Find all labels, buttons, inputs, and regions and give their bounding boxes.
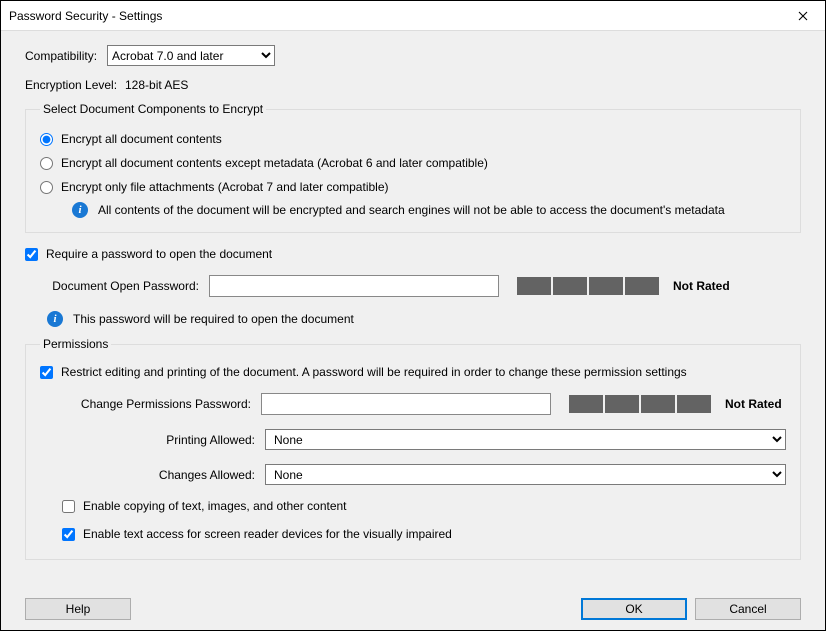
encrypt-info-row: i All contents of the document will be e… bbox=[72, 200, 786, 218]
strength-box bbox=[553, 277, 587, 295]
info-icon: i bbox=[72, 202, 88, 218]
strength-box bbox=[589, 277, 623, 295]
open-password-strength-meter bbox=[517, 277, 659, 295]
open-password-rating: Not Rated bbox=[673, 279, 730, 293]
encryption-level-value: 128-bit AES bbox=[125, 78, 188, 92]
ok-button[interactable]: OK bbox=[581, 598, 687, 620]
encrypt-option-except-metadata[interactable]: Encrypt all document contents except met… bbox=[40, 156, 786, 170]
encrypt-components-legend: Select Document Components to Encrypt bbox=[40, 102, 266, 116]
encrypt-option-all[interactable]: Encrypt all document contents bbox=[40, 132, 786, 146]
encrypt-option-all-label: Encrypt all document contents bbox=[61, 132, 222, 146]
strength-box bbox=[641, 395, 675, 413]
changes-allowed-select[interactable]: None bbox=[265, 464, 786, 485]
dialog-button-bar: Help OK Cancel bbox=[25, 586, 801, 620]
permissions-password-rating: Not Rated bbox=[725, 397, 782, 411]
strength-box bbox=[569, 395, 603, 413]
open-password-info-row: i This password will be required to open… bbox=[47, 311, 801, 327]
strength-box bbox=[677, 395, 711, 413]
encrypt-option-except-metadata-radio[interactable] bbox=[40, 157, 53, 170]
changes-allowed-label: Changes Allowed: bbox=[40, 468, 255, 482]
document-open-password-input[interactable] bbox=[209, 275, 499, 297]
close-button[interactable] bbox=[780, 1, 825, 31]
info-icon: i bbox=[47, 311, 63, 327]
printing-allowed-label: Printing Allowed: bbox=[40, 433, 255, 447]
strength-box bbox=[605, 395, 639, 413]
require-open-password-checkbox[interactable] bbox=[25, 248, 38, 261]
restrict-editing-label: Restrict editing and printing of the doc… bbox=[61, 365, 687, 379]
encrypt-option-attachments[interactable]: Encrypt only file attachments (Acrobat 7… bbox=[40, 180, 786, 194]
titlebar: Password Security - Settings bbox=[1, 1, 825, 31]
printing-allowed-row: Printing Allowed: None bbox=[40, 429, 786, 450]
permissions-password-row: Change Permissions Password: Not Rated bbox=[66, 393, 786, 415]
compatibility-label: Compatibility: bbox=[25, 49, 97, 63]
enable-copying-checkbox[interactable] bbox=[62, 500, 75, 513]
compatibility-row: Compatibility: Acrobat 7.0 and later bbox=[25, 45, 801, 66]
encrypt-option-all-radio[interactable] bbox=[40, 133, 53, 146]
open-password-info-text: This password will be required to open t… bbox=[73, 312, 354, 326]
require-open-password-label: Require a password to open the document bbox=[46, 247, 272, 261]
enable-copying-label: Enable copying of text, images, and othe… bbox=[83, 499, 347, 513]
encrypt-components-group: Select Document Components to Encrypt En… bbox=[25, 102, 801, 233]
strength-box bbox=[517, 277, 551, 295]
changes-allowed-row: Changes Allowed: None bbox=[40, 464, 786, 485]
encrypt-option-except-metadata-label: Encrypt all document contents except met… bbox=[61, 156, 488, 170]
enable-copying-row[interactable]: Enable copying of text, images, and othe… bbox=[62, 499, 786, 513]
restrict-editing-row[interactable]: Restrict editing and printing of the doc… bbox=[40, 365, 786, 379]
help-button[interactable]: Help bbox=[25, 598, 131, 620]
window-title: Password Security - Settings bbox=[9, 9, 162, 23]
document-open-password-label: Document Open Password: bbox=[47, 279, 199, 293]
encryption-level-label: Encryption Level: bbox=[25, 78, 125, 92]
encrypt-option-attachments-radio[interactable] bbox=[40, 181, 53, 194]
permissions-password-label: Change Permissions Password: bbox=[66, 397, 251, 411]
encryption-level-row: Encryption Level: 128-bit AES bbox=[25, 78, 801, 92]
document-open-password-row: Document Open Password: Not Rated bbox=[47, 275, 801, 297]
dialog-content: Compatibility: Acrobat 7.0 and later Enc… bbox=[1, 31, 825, 630]
permissions-password-input[interactable] bbox=[261, 393, 551, 415]
permissions-group: Permissions Restrict editing and printin… bbox=[25, 337, 801, 560]
encrypt-info-text: All contents of the document will be enc… bbox=[98, 203, 725, 217]
require-open-password-row[interactable]: Require a password to open the document bbox=[25, 247, 801, 261]
enable-screen-reader-label: Enable text access for screen reader dev… bbox=[83, 527, 452, 541]
permissions-legend: Permissions bbox=[40, 337, 111, 351]
compatibility-select[interactable]: Acrobat 7.0 and later bbox=[107, 45, 275, 66]
encrypt-option-attachments-label: Encrypt only file attachments (Acrobat 7… bbox=[61, 180, 389, 194]
permissions-password-strength-meter bbox=[569, 395, 711, 413]
enable-screen-reader-checkbox[interactable] bbox=[62, 528, 75, 541]
close-icon bbox=[798, 11, 808, 21]
restrict-editing-checkbox[interactable] bbox=[40, 366, 53, 379]
enable-screen-reader-row[interactable]: Enable text access for screen reader dev… bbox=[62, 527, 786, 541]
cancel-button[interactable]: Cancel bbox=[695, 598, 801, 620]
printing-allowed-select[interactable]: None bbox=[265, 429, 786, 450]
strength-box bbox=[625, 277, 659, 295]
